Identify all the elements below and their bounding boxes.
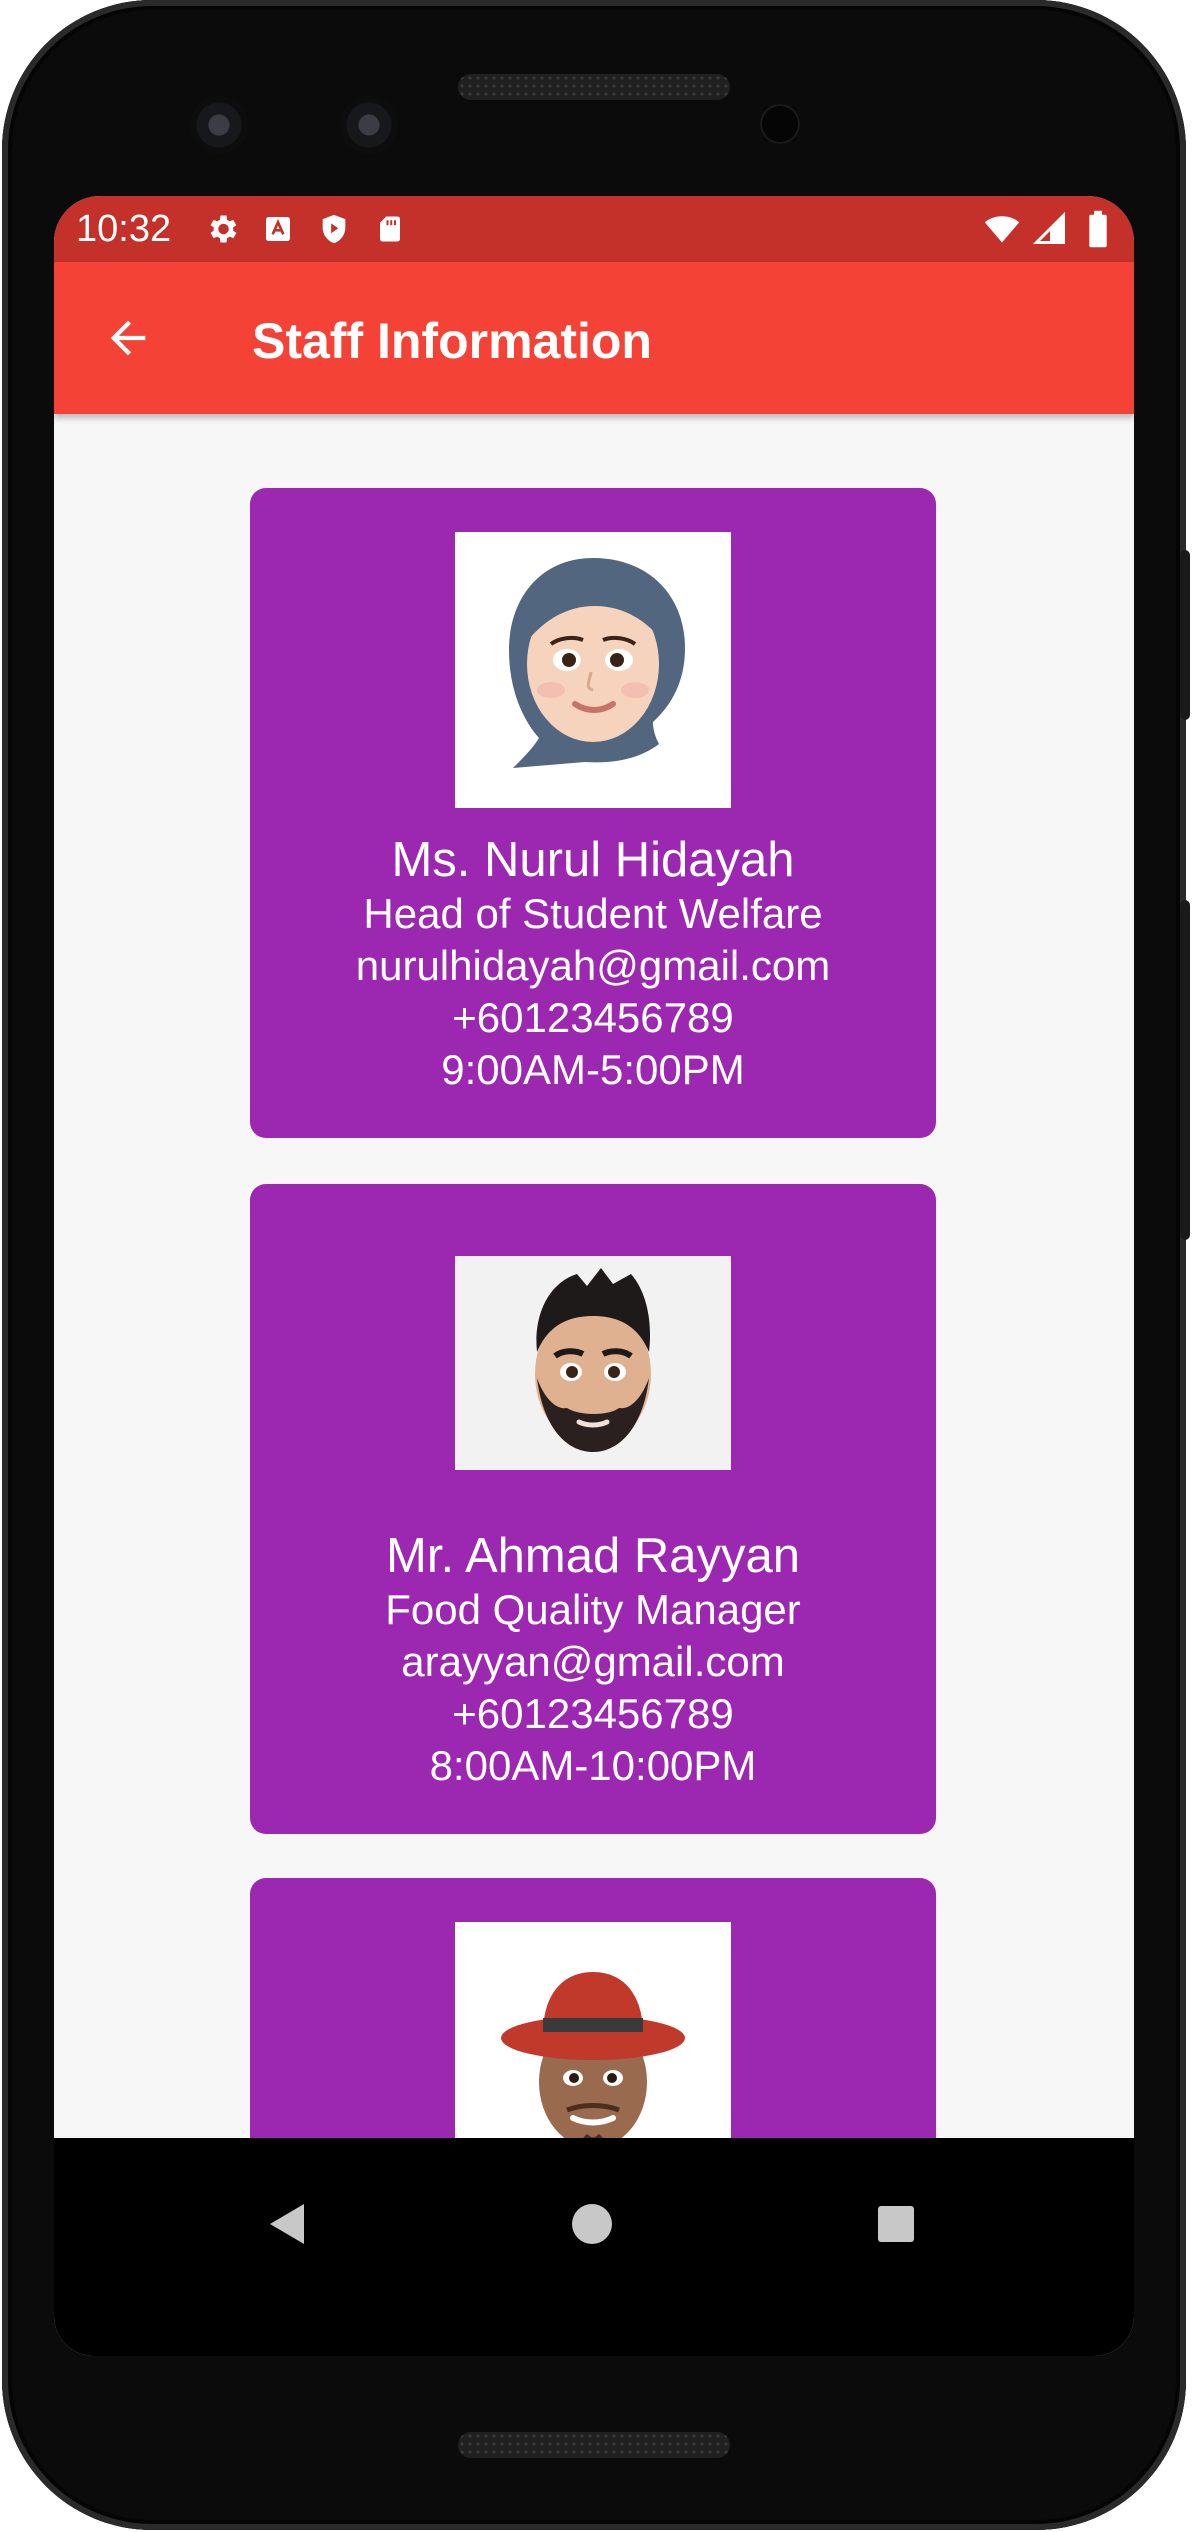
staff-name: Mr. Ahmad Rayyan [386,1529,800,1583]
staff-email: nurulhidayah@gmail.com [355,942,831,989]
staff-role: Food Quality Manager [385,1586,801,1633]
proximity-sensor [762,106,798,142]
status-icons-right [984,206,1116,252]
page-title: Staff Information [252,313,652,369]
cell-signal-icon [1032,211,1068,247]
keyboard-icon [260,211,296,247]
arrow-back-icon [110,320,146,356]
nav-recents-icon [878,2206,914,2242]
staff-avatar [455,532,731,808]
nav-recents-button[interactable] [854,2182,938,2266]
settings-icon [204,211,240,247]
power-button [1180,550,1190,720]
staff-role: Head of Student Welfare [363,890,823,937]
front-camera-2 [340,96,398,154]
memoji-hijab-avatar [509,558,685,768]
memoji-beard-avatar [535,1268,651,1452]
battery-icon [1080,210,1116,248]
nav-back-icon [270,2204,304,2244]
screen: 10:32 Staff Information Ms. Nurul Hidaya… [54,196,1134,2356]
staff-card[interactable]: Mr. Ahmad Rayyan Food Quality Manager ar… [250,1184,936,1834]
bottom-speaker [458,2432,730,2458]
staff-details: Mr. Ahmad Rayyan Food Quality Manager ar… [250,1528,936,1792]
status-icons-left [204,206,408,252]
staff-details: Ms. Nurul Hidayah Head of Student Welfar… [250,832,936,1096]
nav-home-icon [572,2204,612,2244]
staff-card[interactable]: Ms. Nurul Hidayah Head of Student Welfar… [250,488,936,1138]
memoji-hat-avatar [501,1972,685,2138]
navigation-bar [54,2138,1134,2356]
nav-home-button[interactable] [550,2182,634,2266]
nav-back-button[interactable] [246,2182,330,2266]
status-time: 10:32 [76,208,172,250]
back-button[interactable] [94,304,162,372]
wifi-icon [984,211,1020,247]
staff-email: arayyan@gmail.com [401,1638,785,1685]
volume-button [1180,900,1190,1240]
staff-name: Ms. Nurul Hidayah [391,833,795,887]
shield-play-icon [316,211,352,247]
staff-hours: 9:00AM-5:00PM [441,1046,745,1093]
staff-phone: +60123456789 [452,994,734,1041]
staff-avatar [455,1922,731,2138]
sd-card-icon [372,211,408,247]
front-camera [190,96,248,154]
staff-card[interactable] [250,1878,936,2138]
status-bar: 10:32 [54,196,1134,262]
staff-hours: 8:00AM-10:00PM [429,1742,757,1789]
staff-phone: +60123456789 [452,1690,734,1737]
earpiece-speaker [458,74,730,100]
app-bar: Staff Information [54,262,1134,414]
staff-list: Ms. Nurul Hidayah Head of Student Welfar… [54,414,1134,2138]
staff-avatar [455,1256,731,1470]
